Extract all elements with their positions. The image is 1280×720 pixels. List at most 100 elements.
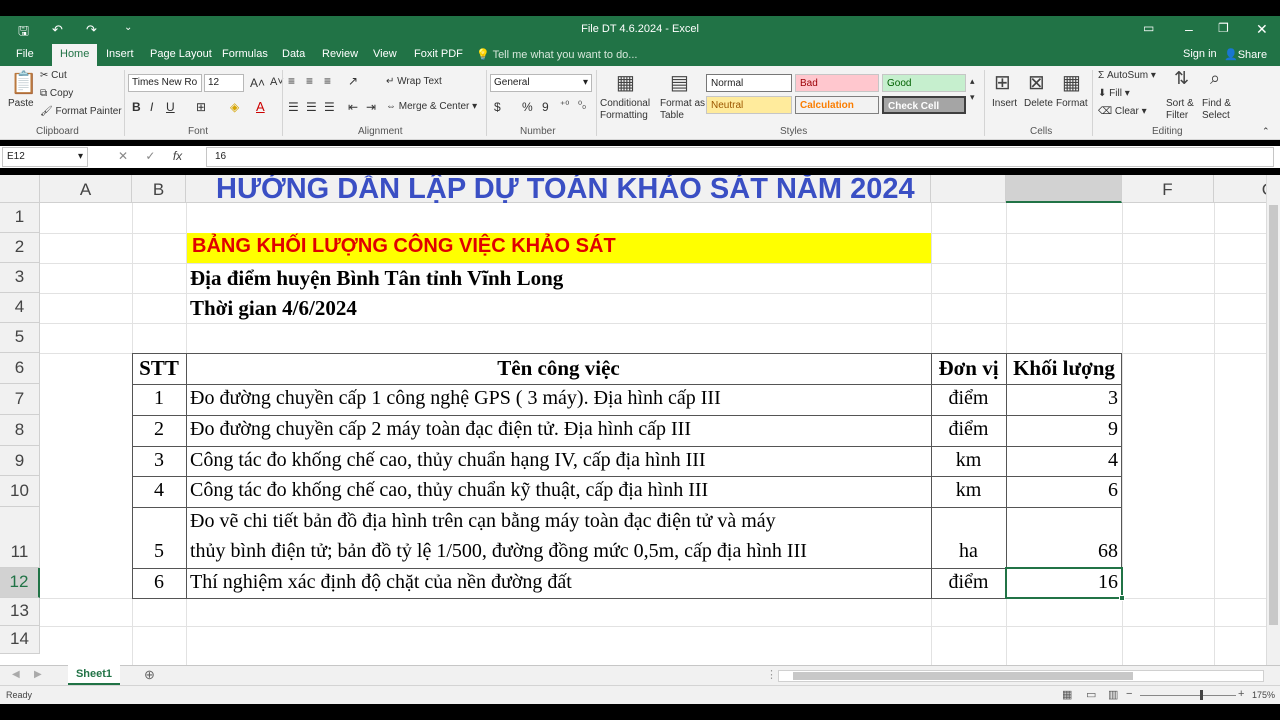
horizontal-scrollbar[interactable] xyxy=(778,670,1264,682)
percent-button[interactable]: % xyxy=(522,100,533,114)
sheet-tab-sheet1[interactable]: Sheet1 xyxy=(68,665,120,685)
table-row-qty[interactable]: 9 xyxy=(1006,418,1118,441)
select-all-corner[interactable] xyxy=(0,175,40,203)
tab-formulas[interactable]: Formulas xyxy=(222,48,268,60)
fill-color-icon[interactable]: ◈ xyxy=(230,100,239,114)
styles-scroll-up-icon[interactable]: ▴ xyxy=(970,76,975,87)
table-row-unit[interactable]: điểm xyxy=(931,571,1006,594)
table-row-qty[interactable]: 68 xyxy=(1006,540,1118,563)
formula-input[interactable]: 16 xyxy=(206,147,1274,167)
row-header-5[interactable]: 5 xyxy=(0,323,40,353)
zoom-level[interactable]: 175% xyxy=(1252,690,1275,700)
tab-file[interactable]: File xyxy=(16,48,34,60)
table-row-unit[interactable]: km xyxy=(931,449,1006,472)
conditional-formatting-button[interactable]: Conditional Formatting xyxy=(600,98,656,122)
add-sheet-icon[interactable]: ⊕ xyxy=(144,667,155,683)
scrollbar-thumb[interactable] xyxy=(793,672,1133,680)
delete-button[interactable]: Delete xyxy=(1024,98,1053,109)
table-row-name-line2[interactable]: thủy bình điện tử; bản đồ tỷ lệ 1/500, đ… xyxy=(190,540,807,563)
row-header-10[interactable]: 10 xyxy=(0,476,40,507)
table-row-stt[interactable]: 1 xyxy=(132,387,186,410)
grow-font-icon[interactable]: A˄ xyxy=(250,76,265,90)
borders-icon[interactable]: ⊞ xyxy=(196,100,206,114)
zoom-slider[interactable] xyxy=(1140,695,1236,696)
row-header-6[interactable]: 6 xyxy=(0,353,40,384)
paste-button[interactable]: Paste xyxy=(8,98,34,109)
minimize-icon[interactable]: – xyxy=(1185,21,1193,37)
style-good[interactable]: Good xyxy=(882,74,966,92)
column-header-b[interactable]: B xyxy=(132,175,186,203)
zoom-slider-thumb[interactable] xyxy=(1200,690,1203,700)
tab-foxit-pdf[interactable]: Foxit PDF xyxy=(414,48,463,60)
insert-button[interactable]: Insert xyxy=(992,98,1017,109)
font-name-select[interactable]: Times New Ro xyxy=(128,74,202,92)
styles-scroll-down-icon[interactable]: ▾ xyxy=(970,92,975,103)
normal-view-icon[interactable]: ▦ xyxy=(1062,688,1072,701)
cut-button[interactable]: ✂ Cut xyxy=(40,70,67,81)
zoom-out-icon[interactable]: − xyxy=(1126,688,1132,700)
page-break-view-icon[interactable]: ▥ xyxy=(1108,688,1118,701)
worksheet-grid[interactable]: A B F G 1 2 3 4 5 6 7 8 9 10 11 12 13 14… xyxy=(0,175,1280,665)
row-header-7[interactable]: 7 xyxy=(0,384,40,415)
row-header-2[interactable]: 2 xyxy=(0,233,40,263)
copy-button[interactable]: ⧉ Copy xyxy=(40,88,73,99)
font-size-select[interactable]: 12 xyxy=(204,74,244,92)
location-text[interactable]: Địa điểm huyện Bình Tân tỉnh Vĩnh Long xyxy=(190,266,563,291)
find-select-button[interactable]: Find & Select xyxy=(1202,98,1242,122)
style-normal[interactable]: Normal xyxy=(706,74,792,92)
vertical-scrollbar[interactable] xyxy=(1266,175,1280,665)
delete-cells-icon[interactable]: ⊠ xyxy=(1028,70,1045,95)
name-box[interactable]: E12 ▾ xyxy=(2,147,88,167)
zoom-in-icon[interactable]: + xyxy=(1238,688,1244,700)
format-as-table-button[interactable]: Format as Table xyxy=(660,98,706,122)
table-row-unit[interactable]: ha xyxy=(931,540,1006,563)
column-header-f[interactable]: F xyxy=(1122,175,1214,203)
format-cells-icon[interactable]: ▦ xyxy=(1062,70,1081,95)
style-bad[interactable]: Bad xyxy=(795,74,879,92)
style-neutral[interactable]: Neutral xyxy=(706,96,792,114)
clear-button[interactable]: ⌫ Clear ▾ xyxy=(1098,106,1147,117)
paste-icon[interactable]: 📋 xyxy=(10,70,37,96)
column-header-d[interactable] xyxy=(931,175,1006,203)
scrollbar-thumb[interactable] xyxy=(1269,205,1278,625)
close-icon[interactable]: ✕ xyxy=(1256,21,1268,38)
tab-data[interactable]: Data xyxy=(282,48,305,60)
page-layout-view-icon[interactable]: ▭ xyxy=(1086,688,1096,701)
row-header-8[interactable]: 8 xyxy=(0,415,40,446)
collapse-ribbon-icon[interactable]: ⌃ xyxy=(1262,126,1270,137)
italic-button[interactable]: I xyxy=(150,100,153,114)
table-row-stt[interactable]: 3 xyxy=(132,449,186,472)
align-middle-icon[interactable]: ≡ xyxy=(306,74,313,88)
enter-icon[interactable]: ✓ xyxy=(145,149,155,163)
cancel-icon[interactable]: ✕ xyxy=(118,149,128,163)
header-stt[interactable]: STT xyxy=(132,356,186,381)
conditional-formatting-icon[interactable]: ▦ xyxy=(616,70,635,95)
tell-me-box[interactable]: 💡 Tell me what you want to do... xyxy=(476,48,637,61)
time-text[interactable]: Thời gian 4/6/2024 xyxy=(190,296,357,321)
ribbon-display-icon[interactable]: ▭ xyxy=(1143,21,1154,35)
row-header-4[interactable]: 4 xyxy=(0,293,40,323)
table-row-unit[interactable]: km xyxy=(931,479,1006,502)
wrap-text-button[interactable]: ↵ Wrap Text xyxy=(386,76,442,87)
table-row-qty[interactable]: 4 xyxy=(1006,449,1118,472)
row-header-3[interactable]: 3 xyxy=(0,263,40,293)
row-header-11[interactable]: 11 xyxy=(0,507,40,568)
restore-icon[interactable]: ❐ xyxy=(1218,21,1229,35)
table-row-stt[interactable]: 2 xyxy=(132,418,186,441)
share-button[interactable]: 👤Share xyxy=(1224,48,1267,61)
style-calculation[interactable]: Calculation xyxy=(795,96,879,114)
bold-button[interactable]: B xyxy=(132,100,141,114)
decrease-indent-icon[interactable]: ⇤ xyxy=(348,100,358,114)
format-as-table-icon[interactable]: ▤ xyxy=(670,70,689,95)
merge-center-button[interactable]: ⇔ Merge & Center ▾ xyxy=(386,101,477,112)
row-header-12[interactable]: 12 xyxy=(0,568,40,598)
font-color-icon[interactable]: A xyxy=(256,99,265,114)
table-heading[interactable]: BẢNG KHỐI LƯỢNG CÔNG VIỆC KHẢO SÁT xyxy=(192,235,616,258)
number-format-select[interactable]: General ▾ xyxy=(490,74,592,92)
sheet-title[interactable]: HƯỚNG DẪN LẬP DỰ TOÁN KHẢO SÁT NĂM 2024 xyxy=(216,175,915,206)
sort-filter-button[interactable]: Sort & Filter xyxy=(1166,98,1200,122)
column-header-e[interactable] xyxy=(1006,175,1122,203)
table-row-unit[interactable]: điểm xyxy=(931,418,1006,441)
fill-handle[interactable] xyxy=(1119,595,1125,601)
align-right-icon[interactable]: ☰ xyxy=(324,100,335,114)
